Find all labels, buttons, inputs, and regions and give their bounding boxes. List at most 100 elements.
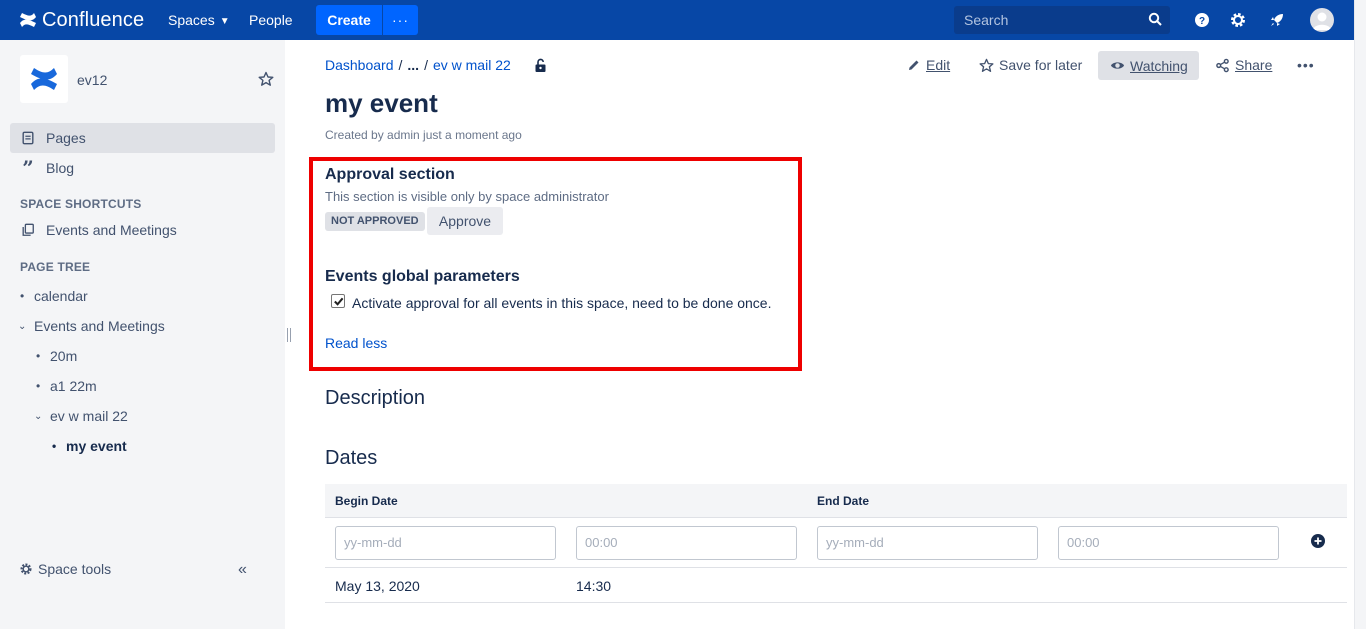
space-logo[interactable] [20, 55, 68, 103]
sidebar-resize-handle[interactable] [287, 328, 291, 342]
spaces-menu[interactable]: Spaces ▼ [168, 12, 230, 28]
sidebar-item-blog[interactable]: ” Blog [10, 153, 275, 183]
begin-time-input[interactable]: 00:00 [576, 526, 797, 560]
search-input[interactable]: Search [954, 6, 1170, 34]
activate-approval-checkbox[interactable] [331, 294, 345, 308]
approval-section-subtitle: This section is visible only by space ad… [325, 189, 609, 204]
notifications-rocket-icon[interactable] [1268, 11, 1286, 29]
events-global-parameters-title: Events global parameters [325, 268, 520, 285]
share-icon [1216, 58, 1229, 72]
create-more-button[interactable]: ··· [383, 5, 418, 35]
unlock-icon[interactable] [534, 58, 547, 73]
dates-heading: Dates [325, 447, 378, 469]
bullet-icon: • [20, 289, 25, 303]
confluence-logo[interactable]: Confluence [18, 8, 144, 32]
product-name: Confluence [42, 8, 145, 31]
people-link[interactable]: People [249, 12, 293, 28]
tree-label: ev w mail 22 [50, 408, 128, 424]
help-icon[interactable]: ? [1193, 11, 1211, 29]
star-icon[interactable] [258, 71, 274, 87]
page-tree-heading: PAGE TREE [20, 260, 91, 274]
page-scrollbar[interactable] [1354, 0, 1366, 629]
add-date-icon[interactable] [1311, 534, 1325, 548]
space-sidebar: ev12 Pages ” Blog SPACE SHORTCUTS Events… [0, 40, 285, 629]
begin-date-value: May 13, 2020 [335, 578, 420, 594]
end-date-header: End Date [817, 494, 870, 508]
spaces-label: Spaces [168, 12, 215, 28]
chevron-down-icon[interactable]: ⌄ [34, 411, 48, 422]
user-avatar[interactable] [1310, 8, 1334, 32]
tree-item-a1-22m[interactable]: • a1 22m [36, 378, 97, 394]
settings-gear-icon[interactable] [1229, 11, 1247, 29]
share-button[interactable]: Share [1215, 57, 1272, 73]
tree-label: 20m [50, 348, 78, 364]
status-badge: NOT APPROVED [325, 212, 425, 231]
bullet-icon: • [36, 379, 41, 393]
bullet-icon: • [36, 349, 41, 363]
table-row [325, 568, 1347, 603]
end-date-input[interactable]: yy-mm-dd [817, 526, 1038, 560]
chevron-down-icon[interactable]: ⌄ [18, 321, 32, 332]
begin-date-header: Begin Date [335, 494, 398, 508]
tree-item-ev-w-mail-22[interactable]: ⌄ ev w mail 22 [34, 408, 128, 424]
read-less-link[interactable]: Read less [325, 335, 387, 351]
tree-item-my-event[interactable]: • my event [52, 438, 127, 454]
begin-date-input[interactable]: yy-mm-dd [335, 526, 556, 560]
page-icon [20, 130, 36, 146]
watching-label: Watching [1130, 57, 1188, 74]
breadcrumb-separator: / [424, 57, 428, 73]
tree-label: Events and Meetings [34, 318, 165, 334]
begin-time-value: 14:30 [576, 578, 612, 594]
tree-item-20m[interactable]: • 20m [36, 348, 77, 364]
tree-item-events-and-meetings[interactable]: ⌄ Events and Meetings [18, 318, 165, 334]
sidebar-item-label: Blog [46, 160, 75, 176]
breadcrumb-parent[interactable]: ev w mail 22 [433, 57, 511, 73]
eye-icon [1110, 62, 1125, 69]
sidebar-item-label: Pages [46, 130, 86, 146]
activate-approval-label: Activate approval for all events in this… [352, 295, 772, 311]
approval-section-title: Approval section [325, 166, 455, 183]
top-navigation: Confluence Spaces ▼ People Create ··· Sea… [0, 0, 1354, 40]
checkmark-icon [334, 297, 344, 306]
gear-icon [20, 563, 32, 575]
end-time-input[interactable]: 00:00 [1058, 526, 1279, 560]
description-heading: Description [325, 387, 426, 409]
page-title: my event [325, 88, 438, 118]
chevron-down-icon: ▼ [219, 16, 230, 27]
tree-label: a1 22m [50, 378, 97, 394]
space-tools-label: Space tools [38, 561, 112, 577]
collapse-sidebar-icon[interactable]: « [238, 561, 247, 579]
share-label: Share [1235, 57, 1273, 73]
shortcut-label: Events and Meetings [46, 222, 177, 238]
star-outline-icon [979, 58, 994, 72]
save-for-later-label: Save for later [999, 57, 1083, 73]
breadcrumb-ellipsis[interactable]: ... [407, 57, 419, 73]
edit-button[interactable]: Edit [907, 57, 950, 73]
space-shortcuts-heading: SPACE SHORTCUTS [20, 197, 142, 211]
confluence-logo-icon [20, 13, 36, 27]
page-byline: Created by admin just a moment ago [325, 128, 522, 142]
approve-button[interactable]: Approve [427, 207, 503, 235]
more-actions-button[interactable]: ••• [1297, 57, 1315, 73]
copy-pages-icon [20, 222, 36, 238]
search-placeholder: Search [964, 12, 1009, 28]
sidebar-item-pages[interactable]: Pages [10, 123, 275, 153]
breadcrumb-dashboard[interactable]: Dashboard [325, 57, 394, 73]
tree-label: calendar [34, 288, 88, 304]
user-avatar-icon [1313, 12, 1331, 30]
tree-label: my event [66, 438, 127, 454]
breadcrumb-separator: / [398, 57, 403, 73]
space-tools-button[interactable]: Space tools [19, 561, 111, 577]
svg-text:?: ? [1199, 16, 1205, 27]
space-name[interactable]: ev12 [77, 72, 107, 88]
edit-label: Edit [926, 57, 951, 73]
watching-button[interactable]: Watching [1098, 51, 1199, 80]
search-icon [1148, 12, 1162, 26]
pencil-icon [909, 60, 919, 70]
create-button[interactable]: Create [316, 5, 382, 35]
sidebar-shortcut-events[interactable]: Events and Meetings [10, 215, 275, 245]
save-for-later-button[interactable]: Save for later [979, 57, 1082, 73]
breadcrumb: Dashboard / ... / ev w mail 22 [325, 57, 511, 73]
bullet-icon: • [52, 439, 57, 453]
tree-item-calendar[interactable]: • calendar [20, 288, 88, 304]
